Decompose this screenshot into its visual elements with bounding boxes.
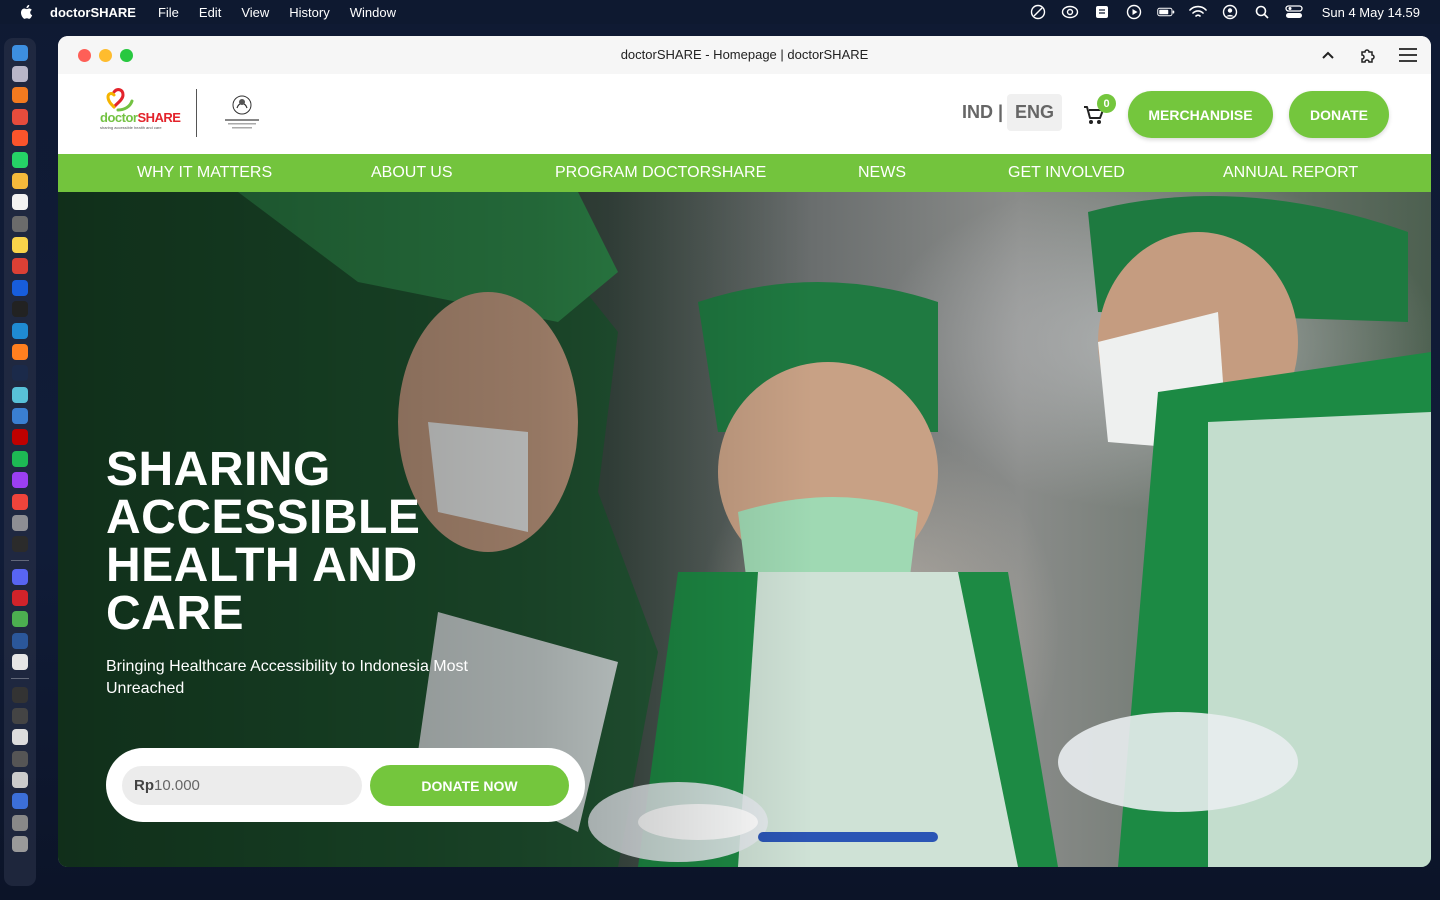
menu-edit[interactable]: Edit	[199, 5, 221, 20]
play-icon[interactable]	[1125, 3, 1143, 21]
main-nav: WHY IT MATTERS ABOUT US PROGRAM DOCTORSH…	[58, 154, 1431, 192]
quick-donate-form: Rp 10.000 DONATE NOW	[106, 748, 585, 822]
proxyman-icon[interactable]	[12, 365, 28, 382]
extensions-puzzle-icon[interactable]	[1357, 44, 1379, 66]
donation-amount-input[interactable]: Rp 10.000	[122, 766, 362, 805]
spotlight-search-icon[interactable]	[1253, 3, 1271, 21]
filezilla-icon[interactable]	[12, 429, 28, 446]
donate-button[interactable]: DONATE	[1289, 91, 1389, 138]
notes-icon[interactable]	[12, 237, 28, 254]
donate-now-button[interactable]: DONATE NOW	[370, 765, 569, 806]
sublime-icon[interactable]	[12, 343, 28, 360]
nav-get-involved[interactable]: GET INVOLVED	[1008, 164, 1125, 182]
currency-prefix: Rp	[134, 777, 154, 794]
macos-menu-bar: doctorSHARE File Edit View History Windo…	[0, 0, 1440, 24]
photos-icon[interactable]	[12, 172, 28, 189]
dock-separator	[11, 560, 29, 561]
nav-about-us[interactable]: ABOUT US	[371, 164, 453, 182]
do-not-disturb-icon[interactable]	[1029, 3, 1047, 21]
minimized-window-2-icon[interactable]	[12, 707, 28, 724]
logo-wordmark: doctorSHARE	[100, 110, 181, 125]
minimized-window-7-icon[interactable]	[12, 814, 28, 831]
brave-icon[interactable]	[12, 130, 28, 147]
vscode-icon[interactable]	[12, 322, 28, 339]
bitwarden-icon[interactable]	[12, 279, 28, 296]
menu-history[interactable]: History	[289, 5, 329, 20]
firefox-icon[interactable]	[12, 87, 28, 104]
menu-view[interactable]: View	[241, 5, 269, 20]
preview-icon[interactable]	[12, 654, 28, 671]
minimized-window-1-icon[interactable]	[12, 686, 28, 703]
spotify-icon[interactable]	[12, 450, 28, 467]
menu-app-name[interactable]: doctorSHARE	[50, 5, 136, 20]
menu-file[interactable]: File	[158, 5, 179, 20]
cart-count-badge: 0	[1097, 94, 1116, 113]
minimized-window-5-icon[interactable]	[12, 772, 28, 789]
calculator-icon[interactable]	[12, 215, 28, 232]
discord-icon[interactable]	[12, 568, 28, 585]
zoom-window-button[interactable]	[120, 48, 133, 62]
system-settings-icon[interactable]	[12, 514, 28, 531]
qbittorrent-icon[interactable]	[12, 408, 28, 425]
calendar-icon[interactable]	[12, 194, 28, 211]
control-center-icon[interactable]	[1285, 3, 1303, 21]
dock	[4, 38, 36, 886]
doctorshare-logo[interactable]: doctorSHARE sharing accessible health an…	[100, 88, 181, 138]
hero-banner: SHARING ACCESSIBLE HEALTH AND CARE Bring…	[58, 192, 1431, 867]
whatsapp-icon[interactable]	[12, 151, 28, 168]
close-window-button[interactable]	[78, 48, 91, 62]
language-switcher: IND | ENG	[962, 94, 1063, 131]
chevron-up-icon[interactable]	[1317, 44, 1339, 66]
hamburger-menu-icon[interactable]	[1397, 44, 1419, 66]
notes-app-icon[interactable]	[1093, 3, 1111, 21]
nav-why-it-matters[interactable]: WHY IT MATTERS	[137, 164, 272, 182]
menu-clock[interactable]: Sun 4 May 14.59	[1322, 5, 1420, 20]
minimized-window-6-icon[interactable]	[12, 793, 28, 810]
minimized-window-3-icon[interactable]	[12, 729, 28, 746]
menu-window[interactable]: Window	[350, 5, 396, 20]
nav-program-doctorshare[interactable]: PROGRAM DOCTORSHARE	[555, 164, 766, 182]
nav-annual-report[interactable]: ANNUAL REPORT	[1223, 164, 1358, 182]
partner-foundation-logo[interactable]	[219, 91, 265, 135]
trash-icon[interactable]	[12, 836, 28, 853]
affinity-icon[interactable]	[12, 386, 28, 403]
cart-button[interactable]: 0	[1083, 94, 1117, 130]
chrome-icon[interactable]	[12, 108, 28, 125]
nav-news[interactable]: NEWS	[858, 164, 906, 182]
chrome-app-icon[interactable]	[12, 611, 28, 628]
donation-amount-value: 10.000	[154, 777, 200, 794]
site-header: doctorSHARE sharing accessible health an…	[58, 74, 1431, 154]
battery-icon[interactable]	[1156, 3, 1175, 21]
merchandise-button[interactable]: MERCHANDISE	[1128, 91, 1273, 138]
browser-tab-title: doctorSHARE - Homepage | doctorSHARE	[620, 47, 869, 62]
hero-subtitle: Bringing Healthcare Accessibility to Ind…	[106, 658, 468, 697]
logo-tagline: sharing accessible health and care	[100, 125, 162, 130]
hero-title: SHARING ACCESSIBLE HEALTH AND CARE	[106, 443, 421, 640]
finder-icon[interactable]	[12, 44, 28, 61]
todoist-icon[interactable]	[12, 258, 28, 275]
podcasts-icon[interactable]	[12, 472, 28, 489]
browser-window: doctorSHARE - Homepage | doctorSHARE doc…	[58, 36, 1431, 867]
anydesk-icon[interactable]	[12, 493, 28, 510]
logo-divider	[196, 89, 197, 137]
apple-logo-icon[interactable]	[18, 3, 36, 21]
acrobat-icon[interactable]	[12, 590, 28, 607]
window-controls	[78, 48, 133, 62]
activity-monitor-icon[interactable]	[12, 536, 28, 553]
dock-separator-2	[11, 677, 29, 679]
minimized-window-4-icon[interactable]	[12, 750, 28, 767]
user-account-icon[interactable]	[1221, 3, 1239, 21]
lang-ind-link[interactable]: IND |	[962, 102, 1003, 123]
browser-titlebar: doctorSHARE - Homepage | doctorSHARE	[58, 36, 1431, 74]
word-icon[interactable]	[12, 632, 28, 649]
terminal-icon[interactable]	[12, 301, 28, 318]
minimize-window-button[interactable]	[99, 48, 112, 62]
creative-cloud-icon[interactable]	[1061, 3, 1079, 21]
lang-eng-link[interactable]: ENG	[1007, 94, 1063, 131]
launchpad-icon[interactable]	[12, 66, 28, 83]
wifi-icon[interactable]	[1188, 3, 1207, 21]
